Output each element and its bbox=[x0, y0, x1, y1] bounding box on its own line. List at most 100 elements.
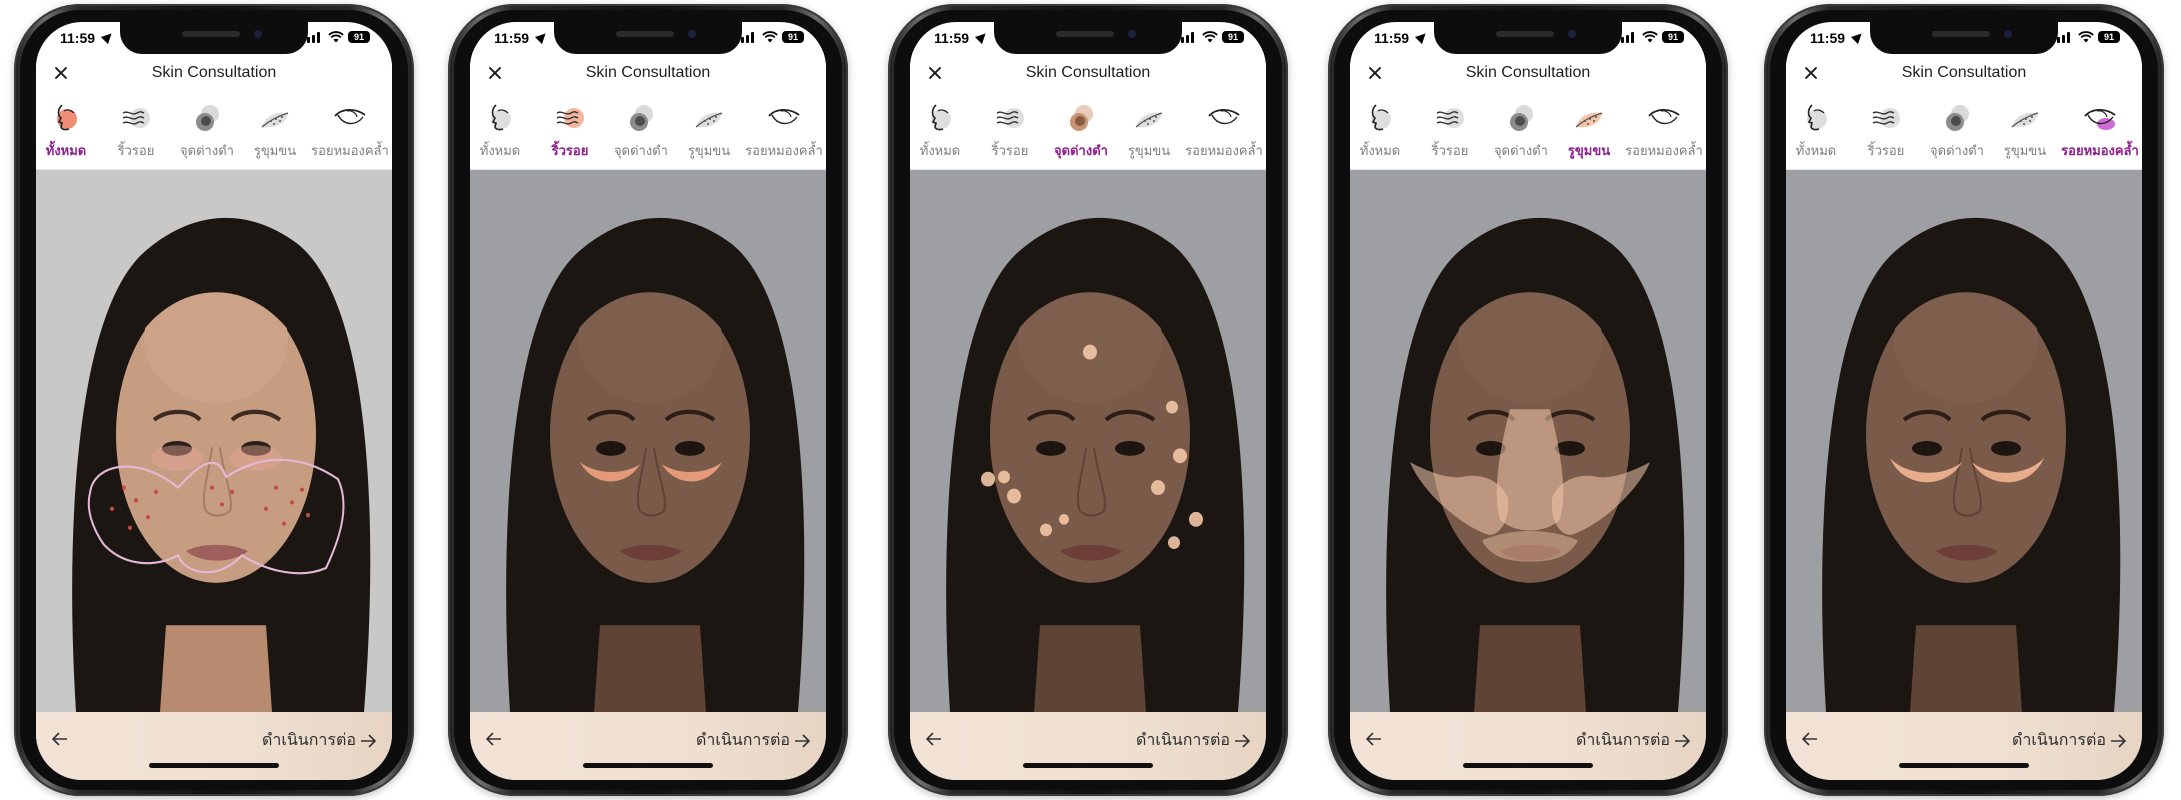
tab-pores[interactable]: รูขุมขน bbox=[1989, 98, 2061, 168]
tab-pores[interactable]: รูขุมขน bbox=[239, 98, 311, 168]
location-icon bbox=[534, 29, 550, 45]
back-arrow-icon[interactable] bbox=[486, 732, 502, 746]
notch bbox=[1870, 22, 2058, 54]
tab-label: รูขุมขน bbox=[687, 143, 731, 158]
battery-icon: 91 bbox=[2098, 31, 2120, 43]
tab-label: รูขุมขน bbox=[2003, 143, 2047, 158]
battery-icon: 91 bbox=[1662, 31, 1684, 43]
home-indicator[interactable] bbox=[1899, 763, 2029, 768]
tab-all[interactable]: ทั้งหมด bbox=[1786, 98, 1852, 168]
wrinkles-icon bbox=[1436, 108, 1464, 128]
bottom-bar: ดำเนินการต่อ bbox=[1786, 712, 2142, 780]
continue-button[interactable]: ดำเนินการต่อ bbox=[1576, 728, 1690, 753]
continue-label: ดำเนินการต่อ bbox=[262, 732, 356, 749]
bottom-bar: ดำเนินการต่อ bbox=[1350, 712, 1706, 780]
phone-screen: 11:59 91 Skin Consultation ทั้งหมด ริ้วร… bbox=[910, 22, 1266, 780]
continue-button[interactable]: ดำเนินการต่อ bbox=[262, 728, 376, 753]
tab-pores[interactable]: รูขุมขน bbox=[1553, 98, 1625, 168]
wrinkles-icon bbox=[122, 108, 150, 128]
battery-icon: 91 bbox=[348, 31, 370, 43]
tab-label: รูขุมขน bbox=[253, 143, 297, 158]
face-profile-icon bbox=[57, 104, 77, 131]
dark-spots-icon bbox=[630, 105, 653, 131]
status-time: 11:59 bbox=[60, 30, 96, 46]
back-arrow-icon[interactable] bbox=[52, 732, 68, 746]
continue-button[interactable]: ดำเนินการต่อ bbox=[1136, 728, 1250, 753]
tab-wrinkles[interactable]: ริ้วรอย bbox=[974, 98, 1046, 168]
app-header: Skin Consultation bbox=[1786, 52, 2142, 96]
status-time: 11:59 bbox=[1810, 30, 1846, 46]
tab-pores[interactable]: รูขุมขน bbox=[673, 98, 745, 168]
tab-wrinkles[interactable]: ริ้วรอย bbox=[100, 98, 172, 168]
forward-arrow-icon bbox=[1235, 734, 1250, 748]
home-indicator[interactable] bbox=[583, 763, 713, 768]
tab-all[interactable]: ทั้งหมด bbox=[910, 98, 976, 168]
forward-arrow-icon bbox=[1675, 734, 1690, 748]
phone-screen: 11:59 91 Skin Consultation ทั้งหมด ริ้วร… bbox=[36, 22, 392, 780]
page-title: Skin Consultation bbox=[1901, 64, 2027, 81]
tab-pores[interactable]: รูขุมขน bbox=[1113, 98, 1185, 168]
continue-label: ดำเนินการต่อ bbox=[1136, 732, 1230, 749]
phone-screen: 11:59 91 Skin Consultation ทั้งหมด ริ้วร… bbox=[1786, 22, 2142, 780]
bottom-bar: ดำเนินการต่อ bbox=[36, 712, 392, 780]
tab-label: รูขุมขน bbox=[1567, 143, 1611, 158]
status-time: 11:59 bbox=[1374, 30, 1410, 46]
concern-tabs: ทั้งหมด ริ้วรอย จุดด่างดำ รูขุมขน รอยหมอ… bbox=[1350, 98, 1706, 170]
home-indicator[interactable] bbox=[1463, 763, 1593, 768]
concern-tabs: ทั้งหมด ริ้วรอย จุดด่างดำ รูขุมขน รอยหมอ… bbox=[1786, 98, 2142, 170]
battery-icon: 91 bbox=[1222, 31, 1244, 43]
wrinkles-icon bbox=[556, 108, 584, 128]
face-profile-icon bbox=[1371, 104, 1391, 131]
back-arrow-icon[interactable] bbox=[1802, 732, 1818, 746]
dark-spots-icon bbox=[1946, 105, 1969, 131]
pores-icon bbox=[1135, 112, 1163, 128]
continue-button[interactable]: ดำเนินการต่อ bbox=[696, 728, 810, 753]
phone-frame: 11:59 91 Skin Consultation ทั้งหมด ริ้วร… bbox=[1328, 4, 1728, 796]
tab-dark-circles[interactable]: รอยหมองคล้ำ bbox=[311, 98, 389, 168]
location-icon bbox=[1414, 29, 1430, 45]
tab-wrinkles[interactable]: ริ้วรอย bbox=[1414, 98, 1486, 168]
phones-showcase: 11:59 91 Skin Consultation ทั้งหมด ริ้วร… bbox=[0, 0, 2181, 800]
wrinkles-icon bbox=[996, 108, 1024, 128]
page-title: Skin Consultation bbox=[1465, 64, 1591, 81]
tab-all[interactable]: ทั้งหมด bbox=[36, 98, 102, 168]
tab-label: รูขุมขน bbox=[1127, 143, 1171, 158]
wifi-icon bbox=[2078, 31, 2094, 43]
home-indicator[interactable] bbox=[1023, 763, 1153, 768]
continue-label: ดำเนินการต่อ bbox=[2012, 732, 2106, 749]
page-title: Skin Consultation bbox=[1025, 64, 1151, 81]
pores-icon bbox=[695, 112, 723, 128]
tab-label: รอยหมองคล้ำ bbox=[311, 143, 389, 158]
wifi-icon bbox=[1642, 31, 1658, 43]
dark-spots-icon bbox=[1510, 105, 1533, 131]
eye-icon bbox=[1208, 108, 1240, 125]
app-header: Skin Consultation bbox=[1350, 52, 1706, 96]
concern-tabs: ทั้งหมด ริ้วรอย จุดด่างดำ รูขุมขน รอยหมอ… bbox=[910, 98, 1266, 170]
tab-wrinkles[interactable]: ริ้วรอย bbox=[1850, 98, 1922, 168]
notch bbox=[1434, 22, 1622, 54]
face-analysis-image bbox=[1786, 170, 2142, 712]
bottom-bar: ดำเนินการต่อ bbox=[470, 712, 826, 780]
tab-dark-circles[interactable]: รอยหมองคล้ำ bbox=[2061, 98, 2139, 168]
tab-wrinkles[interactable]: ริ้วรอย bbox=[534, 98, 606, 168]
tab-all[interactable]: ทั้งหมด bbox=[470, 98, 536, 168]
face-photo bbox=[1786, 170, 2142, 712]
eye-icon bbox=[768, 108, 800, 125]
tab-dark-circles[interactable]: รอยหมองคล้ำ bbox=[745, 98, 823, 168]
tab-label: รอยหมองคล้ำ bbox=[1185, 143, 1263, 158]
face-profile-icon bbox=[491, 104, 511, 131]
dark-spots-icon bbox=[1070, 105, 1093, 131]
app-header: Skin Consultation bbox=[470, 52, 826, 96]
app-header: Skin Consultation bbox=[36, 52, 392, 96]
wifi-icon bbox=[328, 31, 344, 43]
back-arrow-icon[interactable] bbox=[1366, 732, 1382, 746]
home-indicator[interactable] bbox=[149, 763, 279, 768]
back-arrow-icon[interactable] bbox=[926, 732, 942, 746]
notch bbox=[554, 22, 742, 54]
tab-all[interactable]: ทั้งหมด bbox=[1350, 98, 1416, 168]
face-photo bbox=[1350, 170, 1706, 712]
tab-dark-circles[interactable]: รอยหมองคล้ำ bbox=[1185, 98, 1263, 168]
location-icon bbox=[1850, 29, 1866, 45]
tab-dark-circles[interactable]: รอยหมองคล้ำ bbox=[1625, 98, 1703, 168]
continue-button[interactable]: ดำเนินการต่อ bbox=[2012, 728, 2126, 753]
